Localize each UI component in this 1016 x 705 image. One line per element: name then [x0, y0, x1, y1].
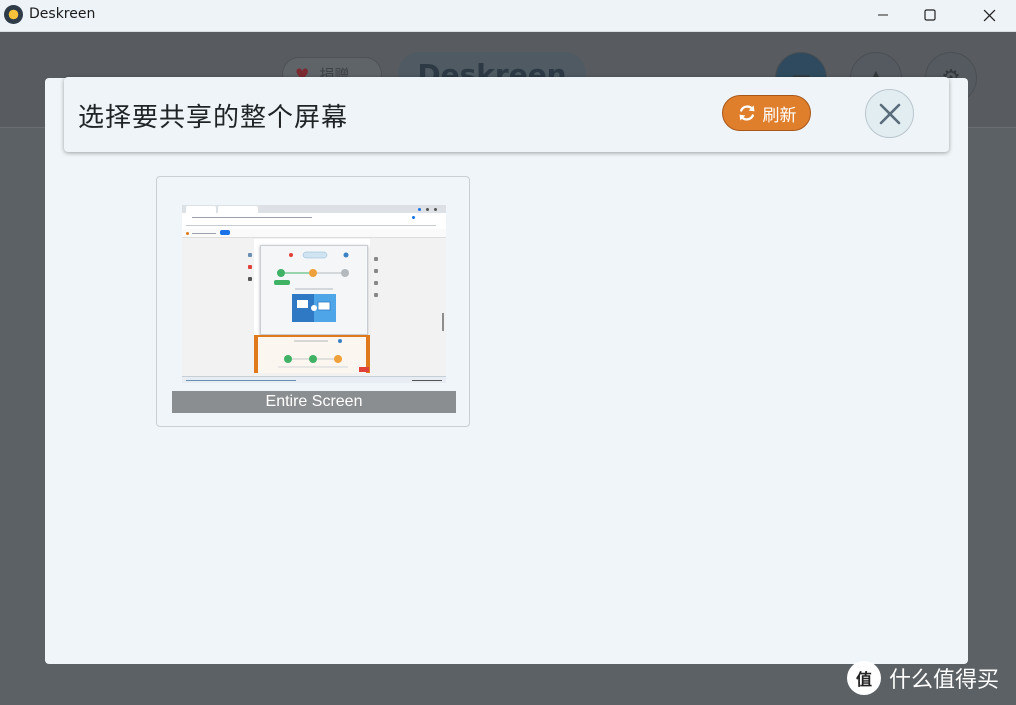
entire-screen-card[interactable]: Entire Screen: [156, 176, 470, 427]
window-title: Deskreen: [29, 6, 96, 22]
minimize-button[interactable]: [860, 0, 906, 30]
watermark: 值 什么值得买: [847, 661, 999, 695]
select-screen-dialog: 选择要共享的整个屏幕 刷新 Entire Screen: [45, 77, 968, 664]
refresh-button[interactable]: 刷新: [722, 95, 811, 131]
refresh-label: 刷新: [762, 105, 797, 126]
watermark-badge: 值: [847, 661, 881, 695]
window-titlebar: Deskreen: [0, 0, 1016, 32]
window-close-icon: [983, 9, 995, 21]
close-icon: [879, 103, 900, 124]
dialog-title: 选择要共享的整个屏幕: [78, 103, 349, 133]
watermark-text: 什么值得买: [889, 668, 1000, 693]
screen-preview-thumbnail: [182, 205, 446, 383]
window-close-button[interactable]: [966, 0, 1012, 30]
dialog-header: 选择要共享的整个屏幕 刷新: [64, 77, 949, 152]
maximize-icon: [924, 9, 936, 21]
maximize-button[interactable]: [907, 0, 953, 30]
screen-label: Entire Screen: [172, 391, 456, 413]
minimize-icon: [878, 14, 888, 16]
refresh-icon: [739, 105, 754, 121]
deskreen-app-icon: [4, 5, 23, 24]
dialog-close-button[interactable]: [865, 89, 914, 138]
